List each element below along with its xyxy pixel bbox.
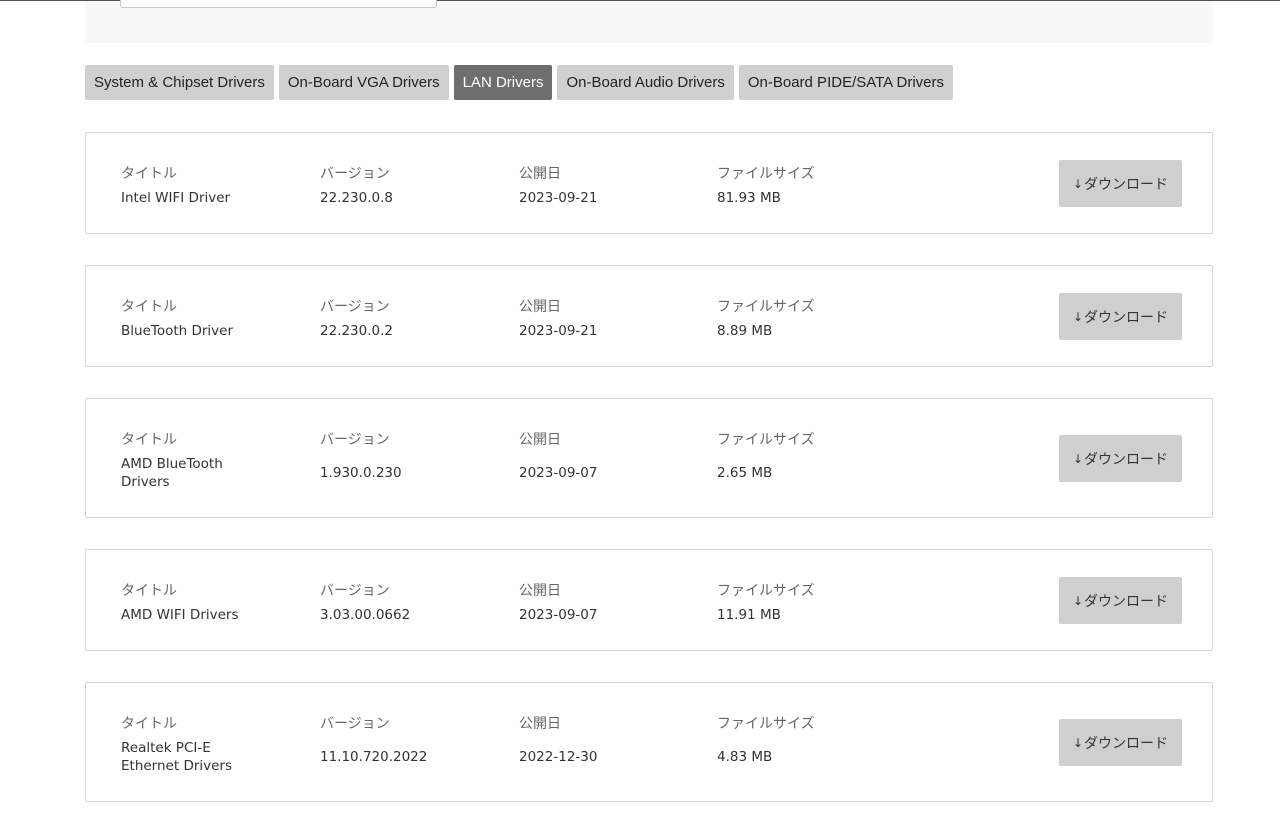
tab-system-chipset-drivers[interactable]: System & Chipset Drivers bbox=[85, 65, 274, 100]
download-arrow-icon: ↓ bbox=[1072, 593, 1084, 608]
date-label: 公開日 bbox=[519, 432, 561, 448]
tab-onboard-vga-drivers[interactable]: On-Board VGA Drivers bbox=[278, 65, 449, 100]
driver-card: タイトル バージョン 公開日 ファイルサイズ BlueTooth Driver … bbox=[85, 265, 1213, 367]
driver-card: タイトル バージョン 公開日 ファイルサイズ Realtek PCI-E Eth… bbox=[85, 682, 1213, 802]
driver-title: BlueTooth Driver bbox=[121, 323, 234, 339]
download-arrow-icon: ↓ bbox=[1072, 451, 1084, 466]
title-label: タイトル bbox=[121, 166, 177, 182]
driver-category-tabs: System & Chipset Drivers On-Board VGA Dr… bbox=[85, 65, 954, 100]
size-label: ファイルサイズ bbox=[717, 716, 815, 732]
title-label: タイトル bbox=[121, 299, 177, 315]
driver-date: 2022-12-30 bbox=[519, 749, 598, 765]
version-label: バージョン bbox=[320, 716, 390, 732]
size-label: ファイルサイズ bbox=[717, 583, 815, 599]
download-button-label: ダウンロード bbox=[1084, 593, 1169, 610]
driver-size: 8.89 MB bbox=[717, 323, 773, 339]
date-label: 公開日 bbox=[519, 716, 561, 732]
download-arrow-icon: ↓ bbox=[1072, 176, 1084, 191]
driver-version: 11.10.720.2022 bbox=[320, 749, 428, 765]
search-panel bbox=[85, 0, 1213, 43]
date-label: 公開日 bbox=[519, 166, 561, 182]
title-label: タイトル bbox=[121, 432, 177, 448]
size-label: ファイルサイズ bbox=[717, 166, 815, 182]
date-label: 公開日 bbox=[519, 583, 561, 599]
driver-title: Intel WIFI Driver bbox=[121, 190, 231, 206]
driver-version: 22.230.0.8 bbox=[320, 190, 393, 206]
download-button-label: ダウンロード bbox=[1084, 176, 1169, 193]
size-label: ファイルサイズ bbox=[717, 299, 815, 315]
driver-size: 2.65 MB bbox=[717, 465, 773, 481]
driver-size: 4.83 MB bbox=[717, 749, 773, 765]
driver-card: タイトル バージョン 公開日 ファイルサイズ AMD WIFI Drivers … bbox=[85, 549, 1213, 651]
driver-version: 22.230.0.2 bbox=[320, 323, 393, 339]
driver-version: 3.03.00.0662 bbox=[320, 607, 411, 623]
download-button[interactable]: ↓ ダウンロード bbox=[1059, 160, 1182, 207]
search-input[interactable] bbox=[120, 0, 437, 8]
download-button-label: ダウンロード bbox=[1084, 309, 1169, 326]
download-button[interactable]: ↓ ダウンロード bbox=[1059, 435, 1182, 482]
driver-date: 2023-09-21 bbox=[519, 323, 598, 339]
version-label: バージョン bbox=[320, 583, 390, 599]
driver-size: 81.93 MB bbox=[717, 190, 781, 206]
download-arrow-icon: ↓ bbox=[1072, 735, 1084, 750]
download-button-label: ダウンロード bbox=[1084, 451, 1169, 468]
download-arrow-icon: ↓ bbox=[1072, 309, 1084, 324]
tab-onboard-audio-drivers[interactable]: On-Board Audio Drivers bbox=[557, 65, 734, 100]
driver-title: AMD BlueTooth Drivers bbox=[121, 456, 223, 490]
version-label: バージョン bbox=[320, 432, 390, 448]
driver-date: 2023-09-07 bbox=[519, 465, 598, 481]
driver-version: 1.930.0.230 bbox=[320, 465, 402, 481]
tab-onboard-pide-sata-drivers[interactable]: On-Board PIDE/SATA Drivers bbox=[738, 65, 954, 100]
size-label: ファイルサイズ bbox=[717, 432, 815, 448]
tab-lan-drivers[interactable]: LAN Drivers bbox=[453, 65, 553, 100]
download-button[interactable]: ↓ ダウンロード bbox=[1059, 719, 1182, 766]
driver-date: 2023-09-07 bbox=[519, 607, 598, 623]
driver-title: AMD WIFI Drivers bbox=[121, 607, 239, 623]
version-label: バージョン bbox=[320, 299, 390, 315]
download-button[interactable]: ↓ ダウンロード bbox=[1059, 577, 1182, 624]
download-button[interactable]: ↓ ダウンロード bbox=[1059, 293, 1182, 340]
driver-date: 2023-09-21 bbox=[519, 190, 598, 206]
title-label: タイトル bbox=[121, 583, 177, 599]
driver-card: タイトル バージョン 公開日 ファイルサイズ Intel WIFI Driver… bbox=[85, 132, 1213, 234]
date-label: 公開日 bbox=[519, 299, 561, 315]
driver-title: Realtek PCI-E Ethernet Drivers bbox=[121, 740, 233, 774]
version-label: バージョン bbox=[320, 166, 390, 182]
driver-size: 11.91 MB bbox=[717, 607, 781, 623]
download-button-label: ダウンロード bbox=[1084, 735, 1169, 752]
driver-card: タイトル バージョン 公開日 ファイルサイズ AMD BlueTooth Dri… bbox=[85, 398, 1213, 518]
title-label: タイトル bbox=[121, 716, 177, 732]
